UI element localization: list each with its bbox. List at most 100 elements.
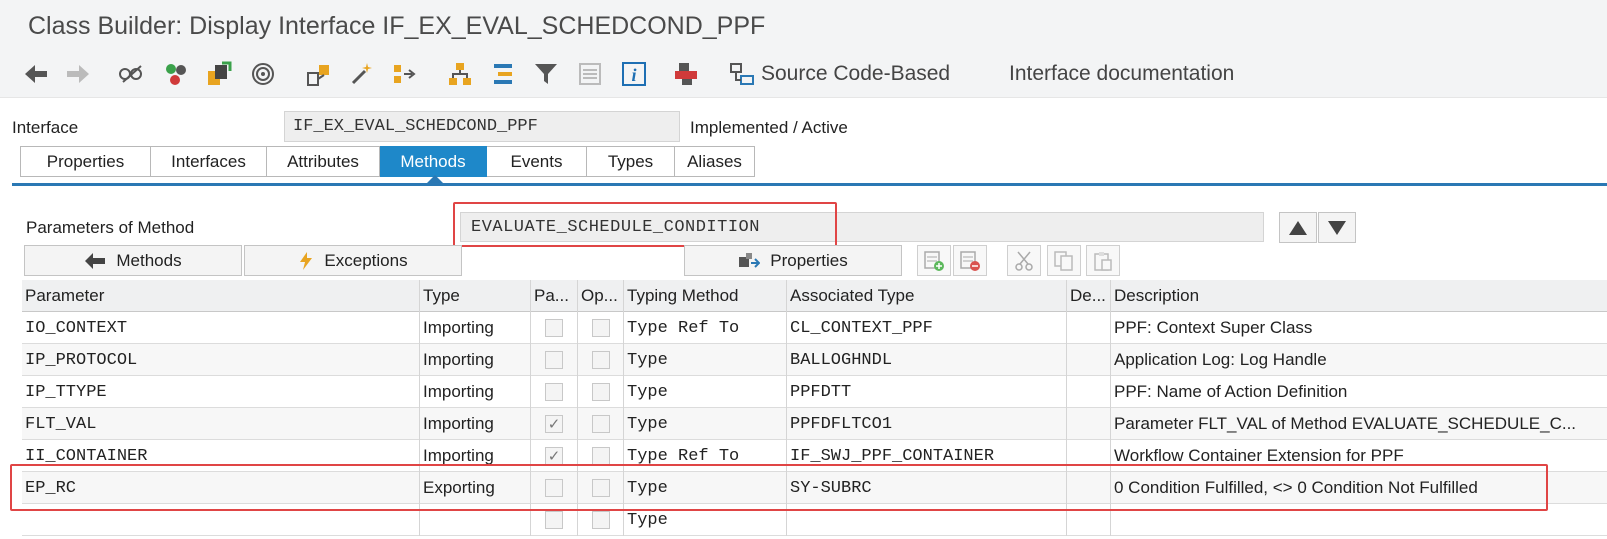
pass-checkbox[interactable] bbox=[545, 511, 563, 529]
cell-desc[interactable]: Application Log: Log Handle bbox=[1111, 344, 1607, 376]
exceptions-button[interactable]: Exceptions bbox=[244, 245, 462, 276]
cell-typing[interactable]: Type bbox=[624, 344, 787, 376]
tools-icon[interactable] bbox=[672, 60, 700, 88]
optional-checkbox[interactable] bbox=[591, 383, 610, 401]
methods-button-label: Methods bbox=[116, 250, 182, 270]
tab-aliases[interactable]: Aliases bbox=[675, 146, 755, 177]
lightning-icon bbox=[300, 251, 313, 270]
object-list-icon[interactable] bbox=[305, 60, 333, 88]
window-title: Class Builder: Display Interface IF_EX_E… bbox=[28, 12, 766, 40]
interface-name-field[interactable]: IF_EX_EVAL_SCHEDCOND_PPF bbox=[284, 111, 680, 142]
tab-properties[interactable]: Properties bbox=[20, 146, 151, 177]
tab-interfaces[interactable]: Interfaces bbox=[151, 146, 267, 177]
info-icon[interactable]: i bbox=[620, 60, 648, 88]
pass-checkbox[interactable] bbox=[545, 383, 563, 401]
delete-row-button[interactable] bbox=[953, 245, 987, 276]
tab-underline bbox=[12, 183, 1607, 186]
activate-icon[interactable] bbox=[205, 60, 233, 88]
next-method-button[interactable] bbox=[1318, 212, 1356, 243]
where-used-icon[interactable] bbox=[249, 60, 277, 88]
up-triangle-icon bbox=[1289, 220, 1307, 235]
cell-parameter[interactable]: IP_TTYPE bbox=[22, 376, 420, 408]
copy-button[interactable] bbox=[1047, 245, 1081, 276]
source-code-based-button[interactable]: Source Code-Based bbox=[761, 62, 950, 86]
column-header-associated-type[interactable]: Associated Type bbox=[787, 280, 1067, 312]
cell-desc[interactable]: Parameter FLT_VAL of Method EVALUATE_SCH… bbox=[1111, 408, 1607, 440]
cell-typing[interactable]: Type bbox=[624, 408, 787, 440]
tab-events[interactable]: Events bbox=[487, 146, 587, 177]
cell-parameter[interactable]: IP_PROTOCOL bbox=[22, 344, 420, 376]
column-header-description[interactable]: Description bbox=[1111, 280, 1607, 312]
table-row[interactable]: IO_CONTEXT Importing Type Ref To CL_CONTEXT… bbox=[22, 312, 1607, 344]
properties-button[interactable]: Properties bbox=[684, 245, 902, 276]
paste-button[interactable] bbox=[1086, 245, 1120, 276]
tree-icon[interactable] bbox=[489, 60, 517, 88]
cell-type[interactable]: Importing bbox=[420, 376, 531, 408]
cell-typing[interactable]: Type Ref To bbox=[624, 312, 787, 344]
tab-types[interactable]: Types bbox=[587, 146, 675, 177]
back-arrow-icon[interactable] bbox=[22, 60, 50, 88]
pass-checkbox[interactable] bbox=[545, 351, 563, 369]
list-icon[interactable] bbox=[576, 60, 604, 88]
forward-arrow-icon[interactable] bbox=[64, 60, 92, 88]
interface-documentation-button[interactable]: Interface documentation bbox=[1009, 62, 1234, 86]
cell-desc[interactable]: PPF: Context Super Class bbox=[1111, 312, 1607, 344]
optional-checkbox[interactable] bbox=[591, 319, 610, 337]
pass-checkbox[interactable]: ✓ bbox=[545, 447, 563, 465]
table-header: Parameter Type Pa... Op... Typing Method… bbox=[22, 280, 1607, 312]
cell-assoc[interactable]: BALLOGHNDL bbox=[787, 344, 1067, 376]
hierarchy-icon[interactable] bbox=[446, 60, 474, 88]
cell-desc[interactable]: PPF: Name of Action Definition bbox=[1111, 376, 1607, 408]
navigate-icon[interactable] bbox=[391, 60, 419, 88]
column-header-pass-value[interactable]: Pa... bbox=[531, 280, 578, 312]
cell-type[interactable]: Importing bbox=[420, 312, 531, 344]
table-row[interactable]: IP_PROTOCOL Importing Type BALLOGHNDL Applic… bbox=[22, 344, 1607, 376]
display-change-icon[interactable] bbox=[117, 60, 145, 88]
cell-parameter[interactable]: IO_CONTEXT bbox=[22, 312, 420, 344]
optional-checkbox[interactable] bbox=[591, 351, 610, 369]
properties-button-label: Properties bbox=[770, 250, 848, 270]
cell-typing[interactable]: Type bbox=[624, 376, 787, 408]
down-triangle-icon bbox=[1328, 220, 1346, 235]
title-bar: Class Builder: Display Interface IF_EX_E… bbox=[0, 0, 1607, 50]
optional-checkbox[interactable] bbox=[591, 415, 610, 433]
cell-type[interactable]: Importing bbox=[420, 408, 531, 440]
cell-optional bbox=[578, 408, 624, 440]
pass-checkbox[interactable] bbox=[545, 319, 563, 337]
interface-label: Interface bbox=[12, 118, 79, 137]
cell-assoc[interactable]: CL_CONTEXT_PPF bbox=[787, 312, 1067, 344]
table-row[interactable]: FLT_VAL Importing ✓ Type PPFDFLTCO1 Parameter… bbox=[22, 408, 1607, 440]
filter-icon[interactable] bbox=[532, 60, 560, 88]
insert-row-button[interactable] bbox=[917, 245, 951, 276]
interface-status: Implemented / Active bbox=[690, 118, 848, 137]
pass-checkbox[interactable]: ✓ bbox=[545, 415, 563, 433]
svg-text:i: i bbox=[631, 65, 636, 85]
column-header-type[interactable]: Type bbox=[420, 280, 531, 312]
cell-assoc[interactable]: PPFDFLTCO1 bbox=[787, 408, 1067, 440]
table-row[interactable]: IP_TTYPE Importing Type PPFDTT PPF: Name of … bbox=[22, 376, 1607, 408]
column-header-typing-method[interactable]: Typing Method bbox=[624, 280, 787, 312]
cell-parameter[interactable]: FLT_VAL bbox=[22, 408, 420, 440]
column-header-parameter[interactable]: Parameter bbox=[22, 280, 420, 312]
enhance-icon[interactable] bbox=[348, 60, 376, 88]
previous-method-button[interactable] bbox=[1279, 212, 1317, 243]
tab-strip: Properties Interfaces Attributes Methods… bbox=[20, 146, 755, 177]
cell-default[interactable] bbox=[1067, 312, 1111, 344]
source-icon[interactable] bbox=[728, 60, 756, 88]
column-header-default[interactable]: De... bbox=[1067, 280, 1111, 312]
cell-type[interactable]: Importing bbox=[420, 344, 531, 376]
tab-methods[interactable]: Methods bbox=[380, 146, 487, 177]
cell-default[interactable] bbox=[1067, 344, 1111, 376]
cell-default[interactable] bbox=[1067, 408, 1111, 440]
cell-optional bbox=[578, 376, 624, 408]
optional-checkbox[interactable] bbox=[591, 511, 610, 529]
column-header-optional[interactable]: Op... bbox=[578, 280, 624, 312]
cut-button[interactable] bbox=[1007, 245, 1041, 276]
cell-default[interactable] bbox=[1067, 376, 1111, 408]
parameters-of-method-label: Parameters of Method bbox=[26, 218, 195, 237]
back-to-methods-button[interactable]: Methods bbox=[24, 245, 242, 276]
cell-assoc[interactable]: PPFDTT bbox=[787, 376, 1067, 408]
tab-attributes[interactable]: Attributes bbox=[267, 146, 380, 177]
optional-checkbox[interactable] bbox=[591, 447, 610, 465]
check-icon[interactable] bbox=[162, 60, 190, 88]
